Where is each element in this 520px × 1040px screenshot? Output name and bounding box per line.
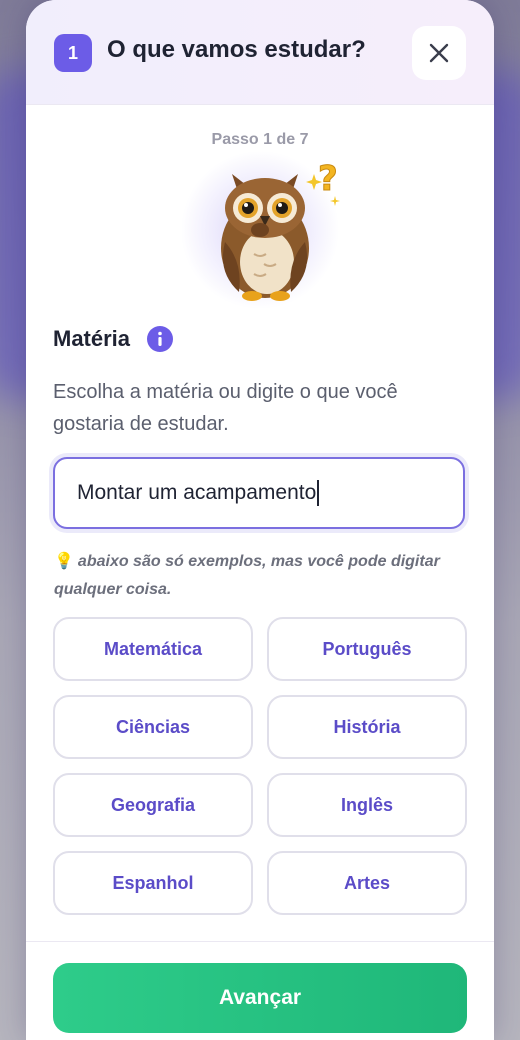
subject-option-ingles[interactable]: Inglês [267, 773, 467, 837]
svg-text:?: ? [318, 159, 338, 199]
footer-divider [26, 941, 494, 942]
mascot: ? [180, 150, 340, 310]
next-button[interactable]: Avançar [53, 963, 467, 1033]
examples-hint: 💡 abaixo são só exemplos, mas você pode d… [54, 548, 464, 604]
step-number-badge: 1 [54, 34, 92, 72]
subject-option-ciencias[interactable]: Ciências [53, 695, 253, 759]
subject-input[interactable]: Montar um acampamento [53, 457, 465, 529]
step-progress-label: Passo 1 de 7 [211, 131, 309, 148]
section-description: Escolha a matéria ou digite o que você g… [53, 381, 398, 435]
subject-option-geografia[interactable]: Geografia [53, 773, 253, 837]
modal-header: 1 O que vamos estudar? [26, 0, 494, 105]
subject-modal: 1 O que vamos estudar? Passo 1 de 7 ? Ma… [26, 0, 494, 1040]
section-title: Matéria [53, 326, 131, 351]
lightbulb-icon: 💡 [54, 553, 74, 570]
info-icon[interactable] [147, 326, 173, 352]
close-button[interactable] [412, 26, 466, 80]
examples-hint-text: abaixo são só exemplos, mas você pode di… [54, 553, 440, 598]
subject-option-matematica[interactable]: Matemática [53, 617, 253, 681]
thinking-owl-icon: ? [221, 159, 340, 301]
subject-option-espanhol[interactable]: Espanhol [53, 851, 253, 915]
close-icon [429, 43, 449, 63]
subject-option-historia[interactable]: História [267, 695, 467, 759]
info-glyph [158, 331, 162, 346]
subject-input-value: Montar um acampamento [77, 481, 317, 504]
subject-option-artes[interactable]: Artes [267, 851, 467, 915]
subject-options: Matemática Português Ciências História G… [53, 617, 467, 915]
text-caret [317, 480, 320, 506]
subject-option-portugues[interactable]: Português [267, 617, 467, 681]
modal-title: O que vamos estudar? [107, 36, 366, 63]
